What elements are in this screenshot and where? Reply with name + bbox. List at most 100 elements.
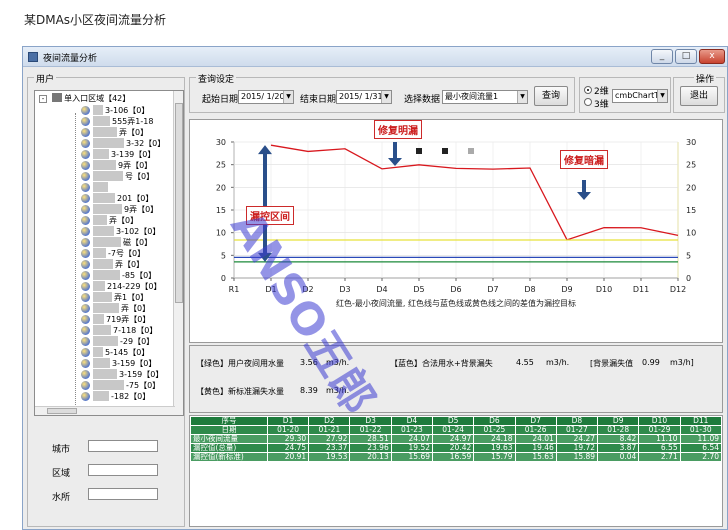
grid-cell[interactable]: 19.53 <box>308 452 351 462</box>
grid-cell[interactable]: 24.18 <box>473 434 516 444</box>
grid-cell[interactable]: 01-22 <box>349 425 392 435</box>
grid-cell[interactable]: 01-23 <box>390 425 434 435</box>
tree-item[interactable]: 弄1【0】 <box>35 292 175 303</box>
tree-item[interactable]: 3-106【0】 <box>35 105 175 116</box>
tree-item[interactable]: 201【0】 <box>35 193 175 204</box>
tree-item[interactable]: 719弄【0】 <box>35 314 175 325</box>
grid-row-header[interactable]: 最小夜间流量 <box>190 434 268 444</box>
tree-item[interactable]: 弄【0】 <box>35 127 175 138</box>
grid-cell[interactable]: 16.59 <box>431 452 475 462</box>
grid-header-cell[interactable]: D1 <box>266 416 310 426</box>
grid-cell[interactable]: 01-24 <box>431 425 475 435</box>
tree-item[interactable]: 5-145【0】 <box>35 347 175 358</box>
grid-cell[interactable]: 3.87 <box>597 443 640 453</box>
grid-header-cell[interactable]: D8 <box>555 416 599 426</box>
grid-row-header[interactable]: 漏控值(新标准) <box>190 452 268 462</box>
city-field[interactable] <box>88 440 158 452</box>
grid-header-cell[interactable]: D5 <box>431 416 475 426</box>
tree-item[interactable]: 弄【0】 <box>35 259 175 270</box>
grid-cell[interactable]: 15.79 <box>473 452 516 462</box>
grid-cell[interactable]: 0.04 <box>597 452 640 462</box>
grid-header-cell[interactable]: D10 <box>638 416 681 426</box>
grid-row-header[interactable]: 漏控值(总量) <box>190 443 268 453</box>
grid-cell[interactable]: 24.27 <box>555 434 599 444</box>
grid-cell[interactable]: 24.01 <box>514 434 557 444</box>
tree-item[interactable] <box>35 182 175 193</box>
table-row[interactable]: 最小夜间流量 29.30 27.92 28.51 24.07 24.97 24.18 24.0… <box>190 434 722 444</box>
end-date-picker[interactable]: 2015/ 1/31 ▼ <box>336 90 392 104</box>
exit-button[interactable]: 退出 <box>680 86 718 106</box>
tree-item[interactable]: -182【0】 <box>35 391 175 402</box>
grid-cell[interactable]: 01-26 <box>514 425 557 435</box>
grid-cell[interactable]: 19.72 <box>555 443 599 453</box>
tree-item[interactable]: -29【0】 <box>35 336 175 347</box>
tree-vertical-scrollbar[interactable] <box>173 91 183 415</box>
grid-cell[interactable]: 19.46 <box>514 443 557 453</box>
grid-cell[interactable]: 8.42 <box>597 434 640 444</box>
grid-cell[interactable]: 01-21 <box>308 425 351 435</box>
water-office-field[interactable] <box>88 488 158 500</box>
grid-header-cell[interactable]: D6 <box>473 416 516 426</box>
grid-cell[interactable]: 23.37 <box>308 443 351 453</box>
grid-cell[interactable]: 24.75 <box>266 443 310 453</box>
grid-header-cell[interactable]: D3 <box>349 416 392 426</box>
scroll-thumb[interactable] <box>47 408 77 414</box>
tree-item[interactable]: -85【0】 <box>35 270 175 281</box>
tree-item[interactable]: 3-102【0】 <box>35 226 175 237</box>
grid-cell[interactable]: 20.13 <box>349 452 392 462</box>
dropdown-arrow-icon[interactable]: ▼ <box>283 91 293 103</box>
grid-header-cell[interactable]: D2 <box>308 416 351 426</box>
grid-cell[interactable]: 01-25 <box>473 425 516 435</box>
user-tree[interactable]: - 单入口区域【42】 3-106【0】 555弄1-18 弄【0】 3-32【0】 3… <box>34 90 184 416</box>
dropdown-arrow-icon[interactable]: ▼ <box>517 91 527 103</box>
scroll-thumb[interactable] <box>175 103 183 303</box>
grid-cell[interactable]: 6.54 <box>679 443 722 453</box>
start-date-picker[interactable]: 2015/ 1/20 ▼ <box>238 90 294 104</box>
grid-cell[interactable]: 01-20 <box>266 425 310 435</box>
tree-item[interactable]: 弄【0】 <box>35 303 175 314</box>
minimize-button[interactable]: _ <box>651 49 673 64</box>
grid-cell[interactable]: 15.63 <box>514 452 557 462</box>
tree-item[interactable]: 3-159【0】 <box>35 369 175 380</box>
grid-row-header[interactable]: 日期 <box>190 425 268 435</box>
table-row[interactable]: 漏控值(总量) 24.75 23.37 23.96 19.52 20.42 19.63 19.… <box>190 443 722 453</box>
grid-cell[interactable]: 20.42 <box>431 443 475 453</box>
tree-item[interactable]: 7-118【0】 <box>35 325 175 336</box>
radio-2d[interactable] <box>584 86 592 94</box>
grid-cell[interactable]: 23.96 <box>349 443 392 453</box>
chart-type-select[interactable]: cmbChartTy ▼ <box>612 89 668 103</box>
dropdown-arrow-icon[interactable]: ▼ <box>657 90 667 102</box>
close-button[interactable]: x <box>699 49 725 64</box>
query-button[interactable]: 查询 <box>534 86 568 106</box>
tree-item[interactable]: 号【0】 <box>35 171 175 182</box>
grid-cell[interactable]: 15.69 <box>390 452 434 462</box>
grid-cell[interactable]: 27.92 <box>308 434 351 444</box>
tree-item[interactable]: 9弄【0】 <box>35 160 175 171</box>
table-row[interactable]: 日期 01-20 01-21 01-22 01-23 01-24 01-25 01-26 01-… <box>190 425 722 435</box>
grid-cell[interactable]: 01-27 <box>555 425 599 435</box>
tree-item[interactable]: 3-32【0】 <box>35 138 175 149</box>
dropdown-arrow-icon[interactable]: ▼ <box>381 91 391 103</box>
grid-cell[interactable]: 2.70 <box>679 452 722 462</box>
grid-header-cell[interactable]: D4 <box>390 416 434 426</box>
district-field[interactable] <box>88 464 158 476</box>
table-row[interactable]: 漏控值(新标准) 20.91 19.53 20.13 15.69 16.59 15.79 15… <box>190 452 722 462</box>
tree-item[interactable]: 9弄【0】 <box>35 204 175 215</box>
grid-cell[interactable]: 24.07 <box>390 434 434 444</box>
grid-cell[interactable]: 6.55 <box>638 443 681 453</box>
tree-item[interactable]: -75【0】 <box>35 380 175 391</box>
grid-cell[interactable]: 20.91 <box>266 452 310 462</box>
tree-item[interactable]: 3-139【0】 <box>35 149 175 160</box>
grid-cell[interactable]: 24.97 <box>431 434 475 444</box>
data-grid[interactable]: 序号 D1 D2 D3 D4 D5 D6 D7 D8 D9 D10 D11 日期 01-20 01-21 01… <box>189 415 723 527</box>
tree-item[interactable]: 555弄1-18 <box>35 116 175 127</box>
grid-cell[interactable]: 01-30 <box>679 425 722 435</box>
tree-item[interactable]: 磁【0】 <box>35 237 175 248</box>
grid-cell[interactable]: 19.52 <box>390 443 434 453</box>
grid-cell[interactable]: 28.51 <box>349 434 392 444</box>
grid-cell[interactable]: 15.89 <box>555 452 599 462</box>
tree-item[interactable]: 弄【0】 <box>35 215 175 226</box>
grid-cell[interactable]: 01-29 <box>638 425 681 435</box>
tree-item[interactable]: -7号【0】 <box>35 248 175 259</box>
collapse-icon[interactable]: - <box>39 95 47 103</box>
